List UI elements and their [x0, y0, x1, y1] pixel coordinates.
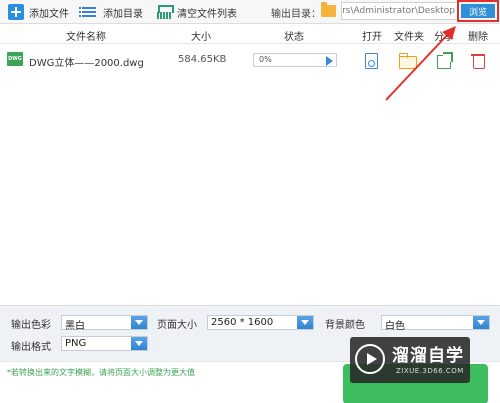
clear-list-button[interactable]: 清空文件列表 — [156, 3, 237, 21]
watermark-title: 溜溜自学 — [392, 346, 464, 366]
add-folder-button[interactable]: 添加目录 — [79, 3, 143, 21]
share-icon[interactable] — [435, 52, 453, 70]
table-row[interactable]: DWG DWG立体——2000.dwg 584.65KB 0% — [0, 46, 500, 76]
output-format-select[interactable]: PNG — [61, 336, 148, 351]
add-file-label: 添加文件 — [29, 8, 69, 20]
file-name: DWG立体——2000.dwg — [29, 58, 144, 69]
browse-button[interactable]: 浏览 — [461, 4, 495, 18]
file-size: 584.65KB — [178, 54, 227, 65]
page-size-select[interactable]: 2560 * 1600 — [207, 315, 314, 330]
bg-color-label: 背景颜色 — [325, 320, 365, 331]
header-size: 大小 — [191, 32, 211, 43]
output-format-label: 输出格式 — [11, 342, 51, 353]
app-window: 添加文件 添加目录 清空文件列表 输出目录： ers\Administrator… — [0, 0, 500, 403]
page-size-label: 页面大小 — [157, 320, 197, 331]
clear-list-label: 清空文件列表 — [177, 8, 237, 20]
output-path-text: ers\Administrator\Desktop — [341, 6, 455, 16]
tip-text: *若转换出来的文字模糊，请将页面大小调整为更大值 — [7, 368, 195, 377]
header-delete: 删除 — [468, 32, 488, 43]
chevron-down-icon — [131, 316, 147, 329]
output-path-input[interactable]: ers\Administrator\Desktop — [341, 2, 459, 20]
header-open: 打开 — [362, 32, 382, 43]
add-file-button[interactable]: 添加文件 — [8, 3, 69, 21]
output-color-value: 黑白 — [65, 321, 85, 332]
bg-color-select[interactable]: 白色 — [381, 315, 490, 332]
play-logo-icon — [355, 344, 385, 374]
play-icon[interactable] — [326, 56, 333, 66]
output-color-label: 输出色彩 — [11, 320, 51, 331]
add-folder-label: 添加目录 — [103, 8, 143, 20]
folder-icon[interactable] — [321, 2, 336, 17]
output-color-select[interactable]: 黑白 — [61, 315, 148, 332]
add-icon — [8, 4, 24, 20]
progress-text: 0% — [259, 55, 272, 64]
header-share: 分享 — [434, 32, 454, 43]
output-dir-label: 输出目录： — [271, 9, 321, 20]
open-file-icon[interactable] — [362, 52, 380, 70]
chevron-down-icon — [473, 316, 489, 329]
dwg-file-icon: DWG — [7, 52, 23, 66]
watermark: 溜溜自学 ZIXUE.3D66.COM — [350, 337, 470, 383]
watermark-url: ZIXUE.3D66.COM — [396, 367, 464, 375]
toolbar: 添加文件 添加目录 清空文件列表 输出目录： ers\Administrator… — [0, 0, 500, 24]
delete-icon[interactable] — [469, 52, 487, 70]
page-size-value: 2560 * 1600 — [211, 317, 274, 328]
broom-icon — [156, 4, 174, 20]
browse-highlight-box: 浏览 — [457, 0, 499, 22]
table-header: 文件名称 大小 状态 打开 文件夹 分享 删除 — [0, 24, 500, 44]
header-folder: 文件夹 — [394, 32, 424, 43]
header-status: 状态 — [284, 32, 304, 43]
chevron-down-icon — [131, 337, 147, 350]
bg-color-value: 白色 — [385, 321, 405, 332]
list-icon — [79, 4, 98, 20]
file-table: 文件名称 大小 状态 打开 文件夹 分享 删除 DWG DWG立体——2000.… — [0, 24, 500, 305]
open-folder-icon[interactable] — [398, 52, 417, 70]
chevron-down-icon — [297, 316, 313, 329]
header-name: 文件名称 — [66, 32, 106, 43]
progress-bar: 0% — [253, 53, 337, 67]
output-format-value: PNG — [65, 338, 87, 349]
